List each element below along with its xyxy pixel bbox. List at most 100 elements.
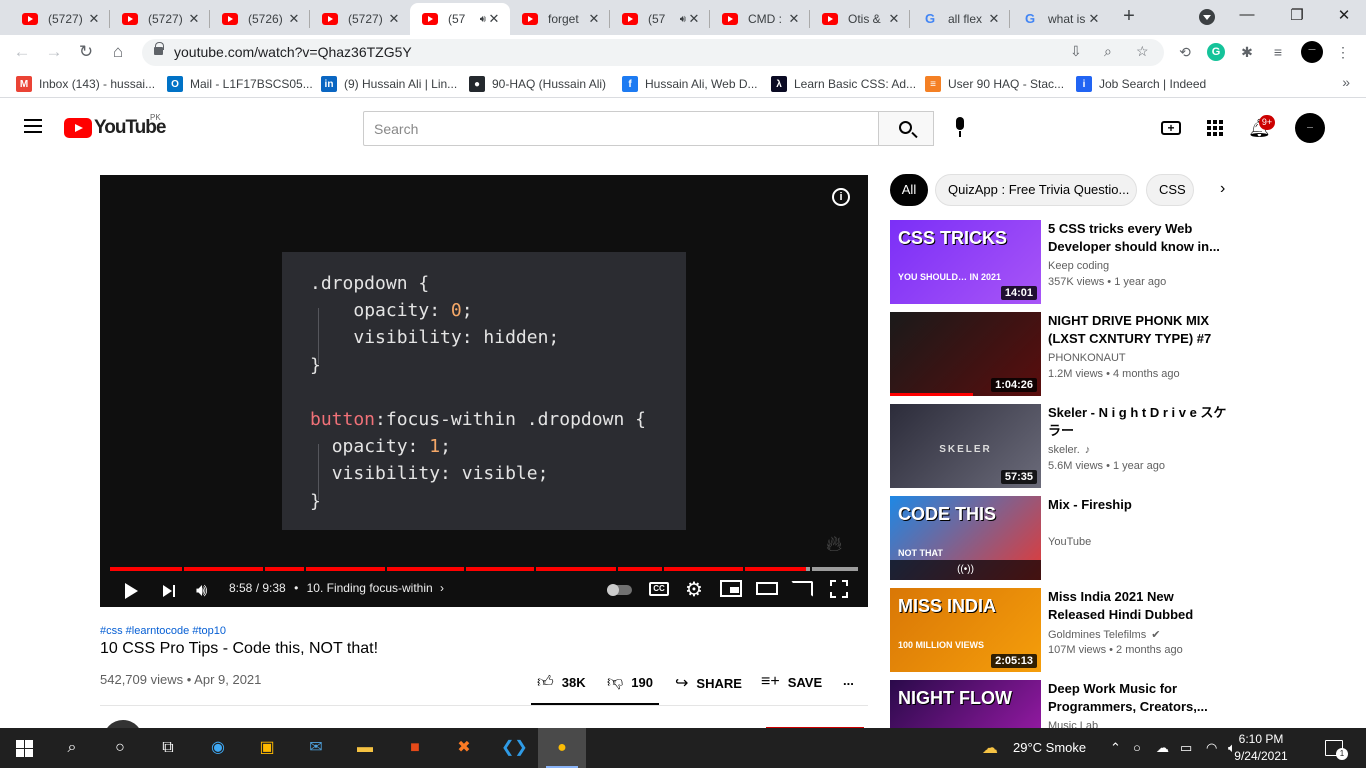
channel-name[interactable]: PHONKONAUT [1048,352,1126,364]
back-icon[interactable]: ← [11,42,33,64]
tab-close-icon[interactable]: ✕ [986,11,1002,27]
browser-tab[interactable]: (57 🔊︎ ✕ [410,3,510,35]
video-hashtags[interactable]: #css #learntocode #top10 [100,625,226,637]
apps-grid-icon[interactable] [1207,120,1223,136]
theater-mode-icon[interactable] [756,582,778,595]
info-icon[interactable]: i [832,188,850,206]
recommended-video[interactable]: CODE THIS NOT THAT ((•)) Mix - Fireship YouT… [890,496,1290,580]
zoom-icon[interactable]: ⌕ [1104,43,1112,60]
video-thumbnail[interactable]: CODE THIS NOT THAT ((•)) [890,496,1041,580]
browser-tab[interactable]: Otis & ✕ [810,3,910,35]
video-thumbnail[interactable]: SKELER 57:35 [890,404,1041,488]
edge-icon[interactable]: ◉ [206,736,230,760]
bookmark-item[interactable]: f Hussain Ali, Web D... [622,76,758,92]
address-bar[interactable]: youtube.com/watch?v=Qhaz36TZG5Y ⇩ ⌕ ☆ [142,39,1164,66]
recommended-title[interactable]: Mix - Fireship [1048,496,1233,514]
cortana-icon[interactable]: ○ [108,736,132,760]
bookmark-star-icon[interactable]: ☆ [1136,43,1149,60]
wifi-icon[interactable]: ◠ [1206,740,1217,756]
account-avatar[interactable]: — [1295,113,1325,143]
next-video-icon[interactable] [162,579,180,603]
bookmark-item[interactable]: i Job Search | Indeed [1076,76,1206,92]
search-input[interactable] [364,112,878,145]
tab-close-icon[interactable]: ✕ [286,11,302,27]
recommended-video[interactable]: 1:04:26 NIGHT DRIVE PHONK MIX (LXST CXNTU… [890,312,1290,396]
browser-tab[interactable]: (5727) ✕ [10,3,110,35]
media-control-icon[interactable]: ≡ [1269,43,1287,61]
file-explorer-icon[interactable]: ▬ [353,736,377,760]
bookmark-item[interactable]: O Mail - L1F17BSCS05... [167,76,313,92]
grammarly-icon[interactable]: G [1207,43,1225,61]
more-actions-button[interactable]: ... [843,673,854,688]
filter-chip[interactable]: CSS [1146,174,1194,206]
progress-bar[interactable] [110,567,858,571]
bookmark-item[interactable]: λ Learn Basic CSS: Ad... [771,76,916,92]
tab-close-icon[interactable]: ✕ [1086,11,1102,27]
close-window-button[interactable]: ✕ [1334,6,1354,24]
tab-close-icon[interactable]: ✕ [486,11,502,27]
filter-chip[interactable]: All [890,174,928,206]
install-icon[interactable]: ⇩ [1070,43,1082,60]
xampp-icon[interactable]: ✖ [452,736,476,760]
search-button[interactable] [878,111,934,146]
channel-name[interactable]: Goldmines Telefilms ✔ [1048,628,1160,641]
chips-next-icon[interactable]: › [1220,180,1225,198]
video-thumbnail[interactable]: 1:04:26 [890,312,1041,396]
url-text[interactable]: youtube.com/watch?v=Qhaz36TZG5Y [174,44,412,60]
share-button[interactable]: ↪ SHARE [675,673,742,693]
like-button[interactable]: 👍︎ 38K [537,673,586,692]
browser-tab[interactable]: (57 🔊︎ ✕ [610,3,710,35]
restore-button[interactable]: ❐ [1287,6,1307,24]
new-tab-button[interactable]: + [1119,5,1139,28]
battery-icon[interactable]: ▭ [1180,740,1192,756]
create-video-icon[interactable]: + [1161,121,1181,135]
store-icon[interactable]: ▣ [255,736,279,760]
tab-search-icon[interactable] [1199,9,1215,25]
bookmark-item[interactable]: in (9) Hussain Ali | Lin... [321,76,457,92]
video-player[interactable]: .dropdown { opacity: 0; visibility: hidd… [100,175,868,607]
browser-tab[interactable]: CMD : ✕ [710,3,810,35]
cast-icon[interactable] [791,581,813,597]
recommended-title[interactable]: Skeler - N i g h t D r i v e スケラー [1048,404,1233,440]
miniplayer-icon[interactable] [720,580,742,597]
tray-expand-icon[interactable]: ⌃ [1110,740,1121,756]
chrome-menu-icon[interactable]: ⋮ [1334,43,1352,61]
weather-icon[interactable]: ☁ [982,738,998,758]
chapter-title[interactable]: 10. Finding focus-within [307,581,433,595]
dislike-button[interactable]: 👎︎ 190 [607,673,653,692]
office-icon[interactable]: ■ [403,736,427,760]
video-thumbnail[interactable]: NIGHT FLOW [890,680,1041,728]
tab-close-icon[interactable]: ✕ [386,11,402,27]
hamburger-menu-icon[interactable] [24,119,42,133]
recommended-title[interactable]: 5 CSS tricks every Web Developer should … [1048,220,1233,256]
chrome-icon[interactable]: ● [538,728,586,768]
tab-close-icon[interactable]: ✕ [786,11,802,27]
tab-close-icon[interactable]: ✕ [86,11,102,27]
system-clock[interactable]: 6:10 PM 9/24/2021 [1226,731,1296,765]
tray-app-icon[interactable]: ○ [1133,740,1141,755]
autoplay-toggle[interactable] [607,584,632,596]
bookmark-item[interactable]: ≡ User 90 HAQ - Stac... [925,76,1064,92]
channel-name[interactable]: Music Lab [1048,720,1098,728]
tab-close-icon[interactable]: ✕ [186,11,202,27]
browser-tab[interactable]: (5726) ✕ [210,3,310,35]
recommended-video[interactable]: SKELER 57:35 Skeler - N i g h t D r i v e … [890,404,1290,488]
bookmark-item[interactable]: ● 90-HAQ (Hussain Ali) [469,76,606,92]
extensions-puzzle-icon[interactable]: ✱ [1238,43,1256,61]
recommended-title[interactable]: Deep Work Music for Programmers, Creator… [1048,680,1233,716]
bookmarks-overflow-icon[interactable]: » [1342,74,1350,90]
search-icon[interactable]: ⌕ [60,736,84,760]
recommended-video[interactable]: MISS INDIA 100 MILLION VIEWS 2:05:13 Miss I… [890,588,1290,672]
browser-tab[interactable]: forget ✕ [510,3,610,35]
reload-icon[interactable]: ↻ [75,42,97,64]
voice-search-icon[interactable] [952,115,968,139]
vscode-icon[interactable]: ❮❯ [501,736,528,760]
browser-tab[interactable]: Gall flex ✕ [910,3,1010,35]
tab-close-icon[interactable]: ✕ [886,11,902,27]
bookmark-item[interactable]: M Inbox (143) - hussai... [16,76,155,92]
channel-name[interactable]: Keep coding [1048,260,1109,272]
mail-icon[interactable]: ✉ [304,736,328,760]
tab-close-icon[interactable]: ✕ [686,11,702,27]
recommended-title[interactable]: Miss India 2021 New Released Hindi Dubbe… [1048,588,1233,624]
play-icon[interactable] [122,579,140,603]
